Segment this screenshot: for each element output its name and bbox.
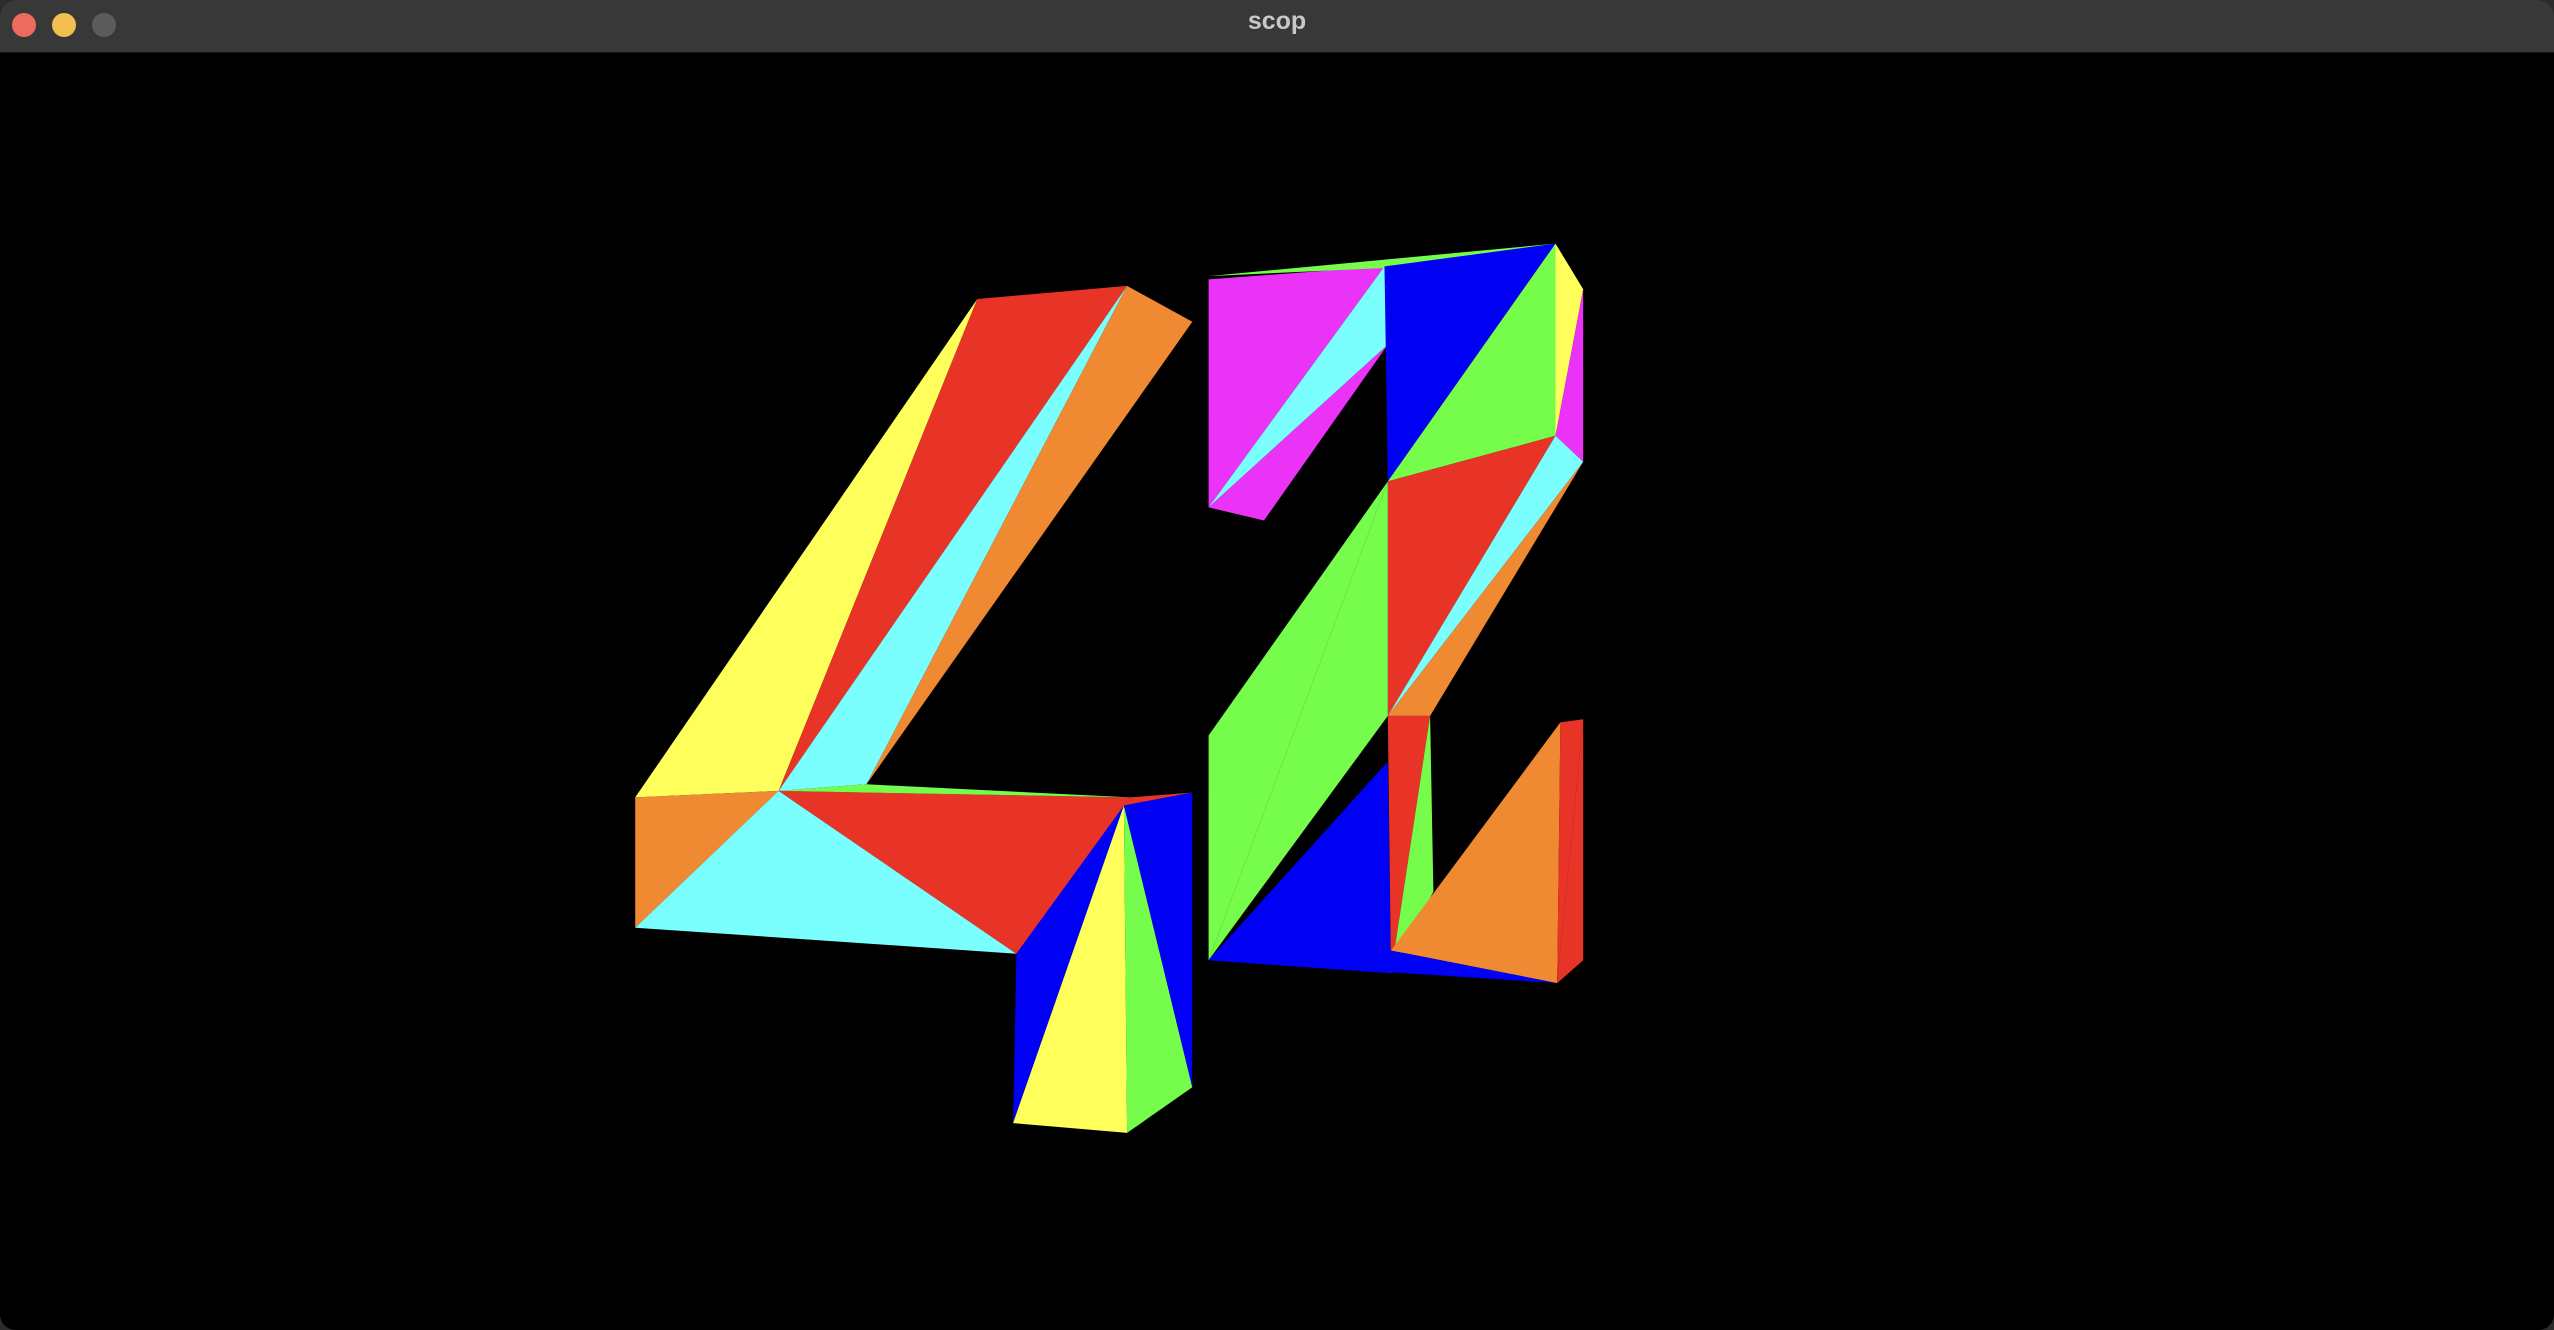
scene-canvas — [635, 243, 1584, 1133]
render-viewport[interactable] — [0, 53, 2554, 1330]
app-window: scop — [0, 0, 2554, 1330]
window-title: scop — [1247, 7, 1307, 35]
title-bar[interactable]: scop — [0, 0, 2554, 53]
